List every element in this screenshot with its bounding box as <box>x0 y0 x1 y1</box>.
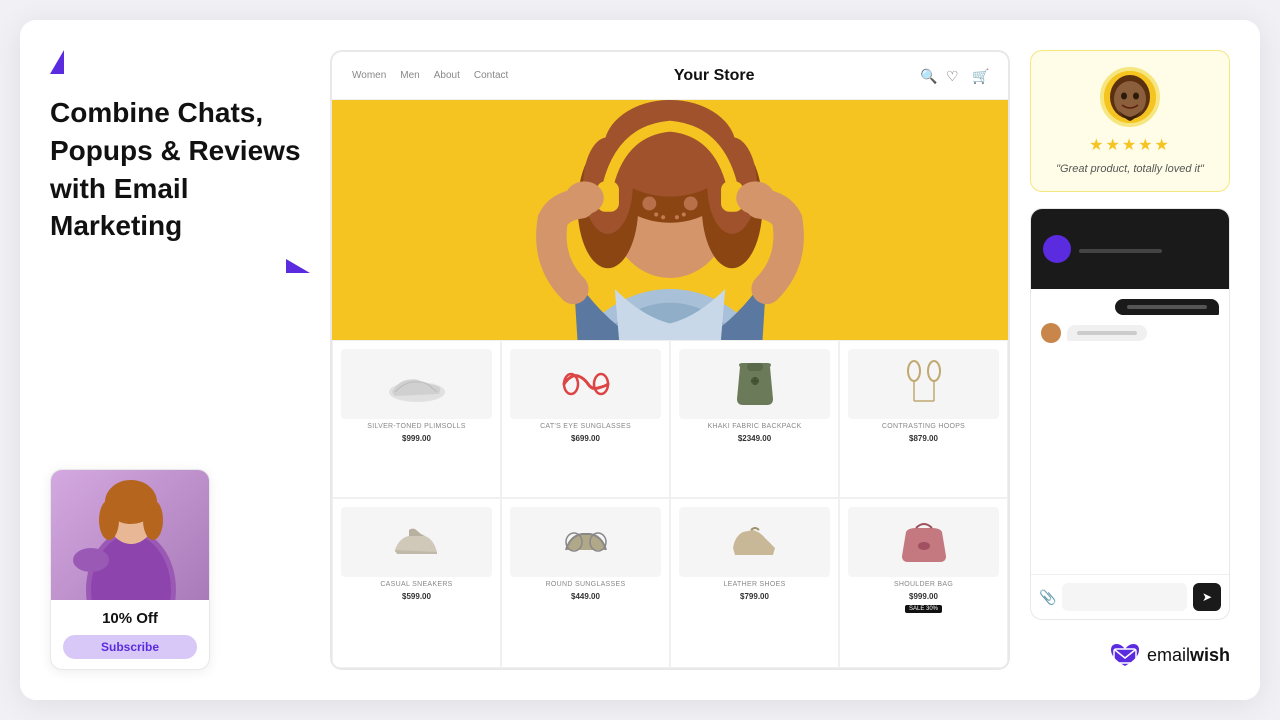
chat-card: 📎 ➤ <box>1030 208 1230 620</box>
send-icon: ➤ <box>1202 590 1212 604</box>
product-item[interactable]: Contrasting Hoops $879.00 <box>839 340 1008 498</box>
store-nav: Women Men About Contact Your Store 🔍 ♡ 🛒 <box>332 52 1008 100</box>
product-name: Silver-Toned Plimsolls <box>367 423 466 430</box>
nav-links: Women Men About Contact <box>352 70 508 81</box>
product-name: Round Sunglasses <box>546 581 626 588</box>
sale-badge: SALE 30% <box>905 605 942 613</box>
products-grid: Silver-Toned Plimsolls $999.00 Cat's Eye… <box>332 340 1008 668</box>
store-hero <box>332 100 1008 340</box>
chat-message-received <box>1041 323 1147 343</box>
product-image <box>848 349 999 419</box>
triangle-top-icon <box>50 50 64 74</box>
product-item[interactable]: Casual Sneakers $599.00 <box>332 498 501 668</box>
product-image <box>510 349 661 419</box>
product-name: Khaki Fabric Backpack <box>707 423 801 430</box>
review-text: "Great product, totally loved it" <box>1056 163 1204 175</box>
chat-messages <box>1031 289 1229 574</box>
logo-icon <box>1107 640 1143 670</box>
product-item[interactable]: Silver-Toned Plimsolls $999.00 <box>332 340 501 498</box>
product-name: Shoulder Bag <box>894 581 953 588</box>
send-button[interactable]: ➤ <box>1193 583 1221 611</box>
center-panel: Women Men About Contact Your Store 🔍 ♡ 🛒 <box>330 50 1010 670</box>
reviewer-avatar <box>1100 67 1160 127</box>
video-preview <box>1031 209 1229 289</box>
hero-image <box>332 100 1008 340</box>
popup-card-info: 10% Off Subscribe <box>51 600 209 669</box>
review-stars: ★★★★★ <box>1089 135 1171 155</box>
video-lines <box>1079 245 1217 253</box>
product-price: $699.00 <box>571 434 600 443</box>
attachment-icon[interactable]: 📎 <box>1039 589 1056 606</box>
product-item[interactable]: Cat's Eye Sunglasses $699.00 <box>501 340 670 498</box>
emailwish-logo: emailwish <box>1030 640 1230 670</box>
chat-input[interactable] <box>1062 583 1187 611</box>
product-image <box>510 507 661 577</box>
popup-card-image <box>51 470 210 600</box>
product-name: Cat's Eye Sunglasses <box>540 423 631 430</box>
chat-message-sent <box>1115 299 1219 315</box>
main-container: Combine Chats, Popups & Reviews with Ema… <box>20 20 1260 700</box>
subscribe-button[interactable]: Subscribe <box>63 635 197 659</box>
popup-woman-figure <box>71 470 191 600</box>
nav-women[interactable]: Women <box>352 70 386 81</box>
product-image <box>341 349 492 419</box>
headline: Combine Chats, Popups & Reviews with Ema… <box>50 94 310 245</box>
logo-text: emailwish <box>1147 645 1230 666</box>
nav-contact[interactable]: Contact <box>474 70 508 81</box>
popup-image-bg <box>51 470 210 600</box>
product-item[interactable]: Leather Shoes $799.00 <box>670 498 839 668</box>
product-price: $879.00 <box>909 434 938 443</box>
logo-wish: wish <box>1190 645 1230 665</box>
chat-bubble <box>1067 325 1147 341</box>
product-item[interactable]: Khaki Fabric Backpack $2349.00 <box>670 340 839 498</box>
cart-icon[interactable]: 🛒 <box>972 68 988 84</box>
video-line-2 <box>1079 249 1162 253</box>
product-price: $599.00 <box>402 592 431 601</box>
reviewer-image <box>1104 69 1156 125</box>
discount-text: 10% Off <box>63 610 197 627</box>
product-item[interactable]: Round Sunglasses $449.00 <box>501 498 670 668</box>
popup-card: 10% Off Subscribe <box>50 469 210 670</box>
store-title: Your Store <box>524 67 904 85</box>
product-price: $2349.00 <box>738 434 771 443</box>
product-name: Casual Sneakers <box>380 581 452 588</box>
right-panel: ★★★★★ "Great product, totally loved it" <box>1030 50 1230 670</box>
chat-input-row: 📎 ➤ <box>1031 574 1229 619</box>
product-price: $449.00 <box>571 592 600 601</box>
triangle-right-icon <box>286 259 310 273</box>
product-item[interactable]: Shoulder Bag $999.00 SALE 30% <box>839 498 1008 668</box>
logo-email: email <box>1147 645 1190 665</box>
search-icon[interactable]: 🔍 <box>920 68 936 84</box>
product-image <box>848 507 999 577</box>
review-card: ★★★★★ "Great product, totally loved it" <box>1030 50 1230 192</box>
product-image <box>679 507 830 577</box>
logo-svg <box>1107 640 1143 670</box>
video-avatar <box>1043 235 1071 263</box>
nav-about[interactable]: About <box>434 70 460 81</box>
product-image <box>341 507 492 577</box>
nav-icons: 🔍 ♡ 🛒 <box>920 68 988 84</box>
product-name: Leather Shoes <box>723 581 785 588</box>
product-price: $999.00 <box>402 434 431 443</box>
product-price: $799.00 <box>740 592 769 601</box>
product-image <box>679 349 830 419</box>
product-name: Contrasting Hoops <box>882 423 965 430</box>
chat-sender-avatar <box>1041 323 1061 343</box>
nav-men[interactable]: Men <box>400 70 419 81</box>
product-price: $999.00 <box>909 592 938 601</box>
wishlist-icon[interactable]: ♡ <box>946 68 962 84</box>
left-panel: Combine Chats, Popups & Reviews with Ema… <box>50 50 310 670</box>
